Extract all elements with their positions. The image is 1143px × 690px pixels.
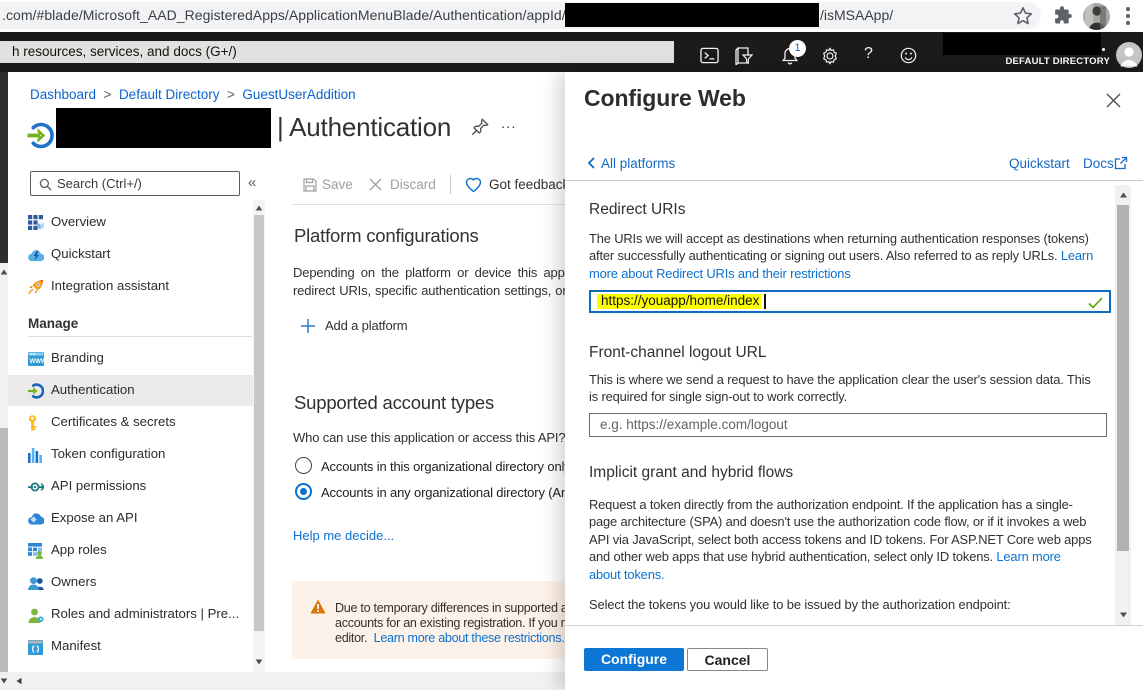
svg-text:?: ? xyxy=(864,45,873,62)
